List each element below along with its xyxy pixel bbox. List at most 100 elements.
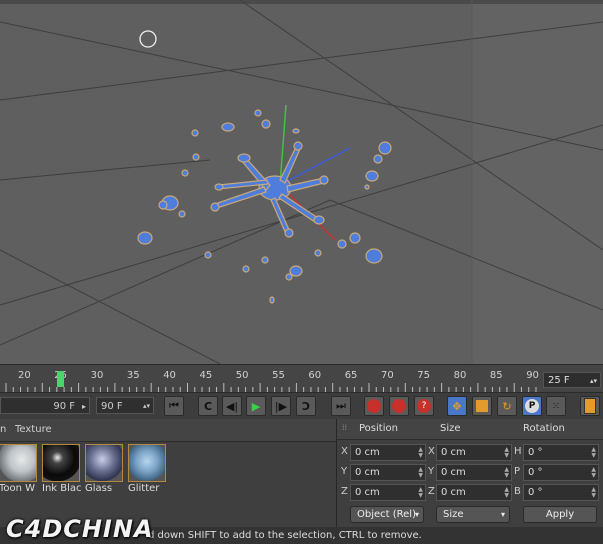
ink-splash-object — [137, 109, 392, 304]
skip-end-icon: ⏭ — [336, 399, 346, 412]
3d-viewport[interactable] — [0, 0, 603, 364]
status-text: d down SHIFT to add to the selection, CT… — [148, 530, 422, 541]
timeline-tick-label: 90 — [526, 370, 539, 381]
position-x-field[interactable]: 0 cm ▲ ▼ — [350, 444, 426, 461]
material-swatch-ink-black[interactable]: Ink Blac — [42, 444, 82, 494]
prev-key-icon: C — [203, 399, 213, 413]
timeline-tick-label: 30 — [90, 370, 104, 381]
scheme-button[interactable] — [580, 396, 600, 416]
ink-sphere-icon — [42, 444, 80, 482]
record-keys-button[interactable] — [364, 396, 384, 416]
go-to-start-button[interactable]: ⏮ — [164, 396, 184, 416]
axis-label: H — [514, 446, 522, 457]
size-x-field[interactable]: 0 cm ▲ ▼ — [436, 444, 512, 461]
parameter-p-icon: P — [525, 399, 539, 413]
spinner-icon: ▲ ▼ — [418, 446, 423, 459]
record-parameter-toggle[interactable]: P — [522, 396, 542, 416]
position-z-field[interactable]: 0 cm ▲ ▼ — [350, 484, 426, 501]
timeline-tick-label: 60 — [308, 370, 322, 381]
glitter-sphere-icon — [128, 444, 166, 482]
dropdown-value: Size — [443, 509, 464, 520]
spinner-icon: ▲ ▼ — [591, 466, 596, 479]
field-value: 0 cm — [355, 487, 380, 498]
watermark-logo: C4DCHINA — [6, 515, 154, 543]
fps-value: 25 F — [548, 375, 570, 386]
coordinate-mode-dropdown[interactable]: Object (Rel) ▾ — [350, 506, 424, 523]
material-label: Ink Blac — [42, 483, 82, 494]
field-value: 0 cm — [441, 487, 466, 498]
scale-square-icon — [476, 400, 488, 412]
menu-item-function[interactable]: n — [0, 424, 6, 435]
step-back-icon: ◀| — [225, 399, 239, 413]
apply-button[interactable]: Apply — [523, 506, 597, 523]
spinner-icon: ▲ ▼ — [504, 466, 509, 479]
material-swatch-glass[interactable]: Glass — [85, 444, 123, 494]
current-frame-value: 90 F — [53, 401, 75, 412]
timeline-tick-label: 45 — [199, 370, 213, 381]
record-scale-toggle[interactable] — [472, 396, 492, 416]
rotation-h-field[interactable]: 0 ° ▲ ▼ — [523, 444, 599, 461]
field-value: 0 cm — [441, 447, 466, 458]
rotation-header: Rotation — [523, 423, 565, 434]
record-position-toggle[interactable]: ✥ — [447, 396, 467, 416]
chevron-down-icon: ▾ — [500, 510, 505, 519]
go-to-end-button[interactable]: ⏭ — [331, 396, 351, 416]
material-swatch-glitter[interactable]: Glitter — [128, 444, 166, 494]
field-value: 0 ° — [528, 467, 543, 478]
spinner-icon: ▲ ▼ — [418, 466, 423, 479]
keyframe-selection-button[interactable]: ? — [414, 396, 434, 416]
timeline-tick-label: 85 — [489, 370, 503, 381]
toon-sphere-icon — [0, 444, 37, 482]
size-header: Size — [440, 423, 461, 434]
field-value: 0 cm — [355, 467, 380, 478]
autokey-button[interactable] — [389, 396, 409, 416]
current-frame-field[interactable]: 90 F ▸ — [0, 397, 90, 414]
step-back-button[interactable]: ◀| — [222, 396, 242, 416]
rotation-p-field[interactable]: 0 ° ▲ ▼ — [523, 464, 599, 481]
record-point-level-toggle[interactable]: ⁙ — [546, 396, 566, 416]
field-value: 0 ° — [528, 447, 543, 458]
material-menu-bar: n Texture — [0, 419, 336, 442]
skip-start-icon: ⏮ — [169, 399, 179, 412]
key-record-icon — [367, 399, 381, 413]
end-frame-field[interactable]: 90 F ▴▾ — [96, 397, 154, 414]
axis-label: Y — [341, 466, 348, 477]
timeline-playhead[interactable] — [57, 371, 64, 387]
record-rotation-toggle[interactable]: ↻ — [497, 396, 517, 416]
timeline-tick-label: 50 — [235, 370, 249, 381]
timeline-tick-label: 70 — [381, 370, 394, 381]
step-forward-button[interactable]: |▶ — [271, 396, 291, 416]
timeline-tick-label: 65 — [344, 370, 358, 381]
size-mode-dropdown[interactable]: Size ▾ — [436, 506, 510, 523]
size-z-field[interactable]: 0 cm ▲ ▼ — [436, 484, 512, 501]
material-label: Glass — [85, 483, 113, 494]
coordinates-manager: ⁞⁞ Position Size Rotation X 0 cm ▲ ▼ X 0 c… — [337, 419, 603, 544]
size-y-field[interactable]: 0 cm ▲ ▼ — [436, 464, 512, 481]
previous-key-button[interactable]: C — [198, 396, 218, 416]
dropdown-value: Object (Rel) — [357, 509, 416, 520]
grip-icon: ⁞⁞ — [342, 423, 348, 432]
position-header: Position — [359, 423, 398, 434]
axis-label: Y — [428, 466, 435, 477]
next-key-button[interactable]: Ɔ — [296, 396, 316, 416]
axis-label: X — [428, 446, 435, 457]
timeline-ruler[interactable]: 202530354045505560657075808590 25 F▴▾ — [0, 364, 603, 393]
grid-dots-icon: ⁙ — [551, 400, 561, 412]
spinner-icon: ▲ ▼ — [591, 446, 596, 459]
rotation-b-field[interactable]: 0 ° ▲ ▼ — [523, 484, 599, 501]
spinner-icon: ▲ ▼ — [504, 486, 509, 499]
end-frame-value: 90 F — [101, 401, 123, 412]
field-value: 0 cm — [441, 467, 466, 478]
field-value: 0 ° — [528, 487, 543, 498]
rotate-icon: ↻ — [502, 399, 512, 413]
move-arrows-icon: ✥ — [452, 399, 462, 413]
axis-label: X — [341, 446, 348, 457]
chevron-down-icon: ▾ — [414, 510, 419, 519]
position-y-field[interactable]: 0 cm ▲ ▼ — [350, 464, 426, 481]
film-strip-icon — [584, 398, 596, 414]
play-button[interactable]: ▶ — [246, 396, 266, 416]
timeline-tick-label: 80 — [453, 370, 467, 381]
menu-item-texture[interactable]: Texture — [15, 424, 52, 435]
fps-field[interactable]: 25 F ▴▾ — [543, 372, 601, 388]
material-swatch-toon[interactable]: Toon W — [0, 444, 37, 494]
